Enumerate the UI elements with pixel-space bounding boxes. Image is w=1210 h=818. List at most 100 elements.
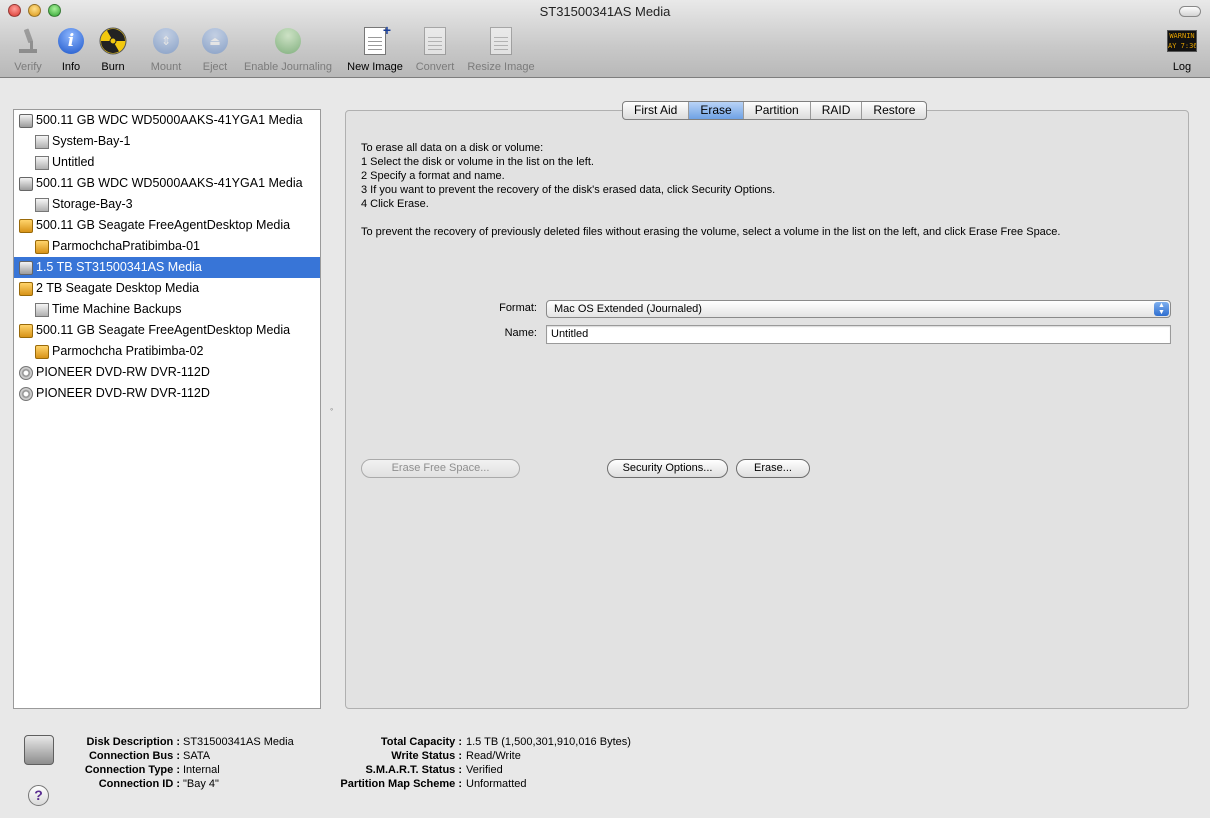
device-label: Untitled	[52, 155, 95, 169]
radiation-burn-icon	[96, 24, 130, 58]
connection-type-label: Connection Type :	[84, 764, 180, 776]
toolbar-toggle-button[interactable]	[1179, 6, 1201, 17]
instruction-line: 4 Click Erase.	[361, 198, 429, 210]
tab-erase[interactable]: Erase	[689, 102, 744, 119]
device-list-item[interactable]: PIONEER DVD-RW DVR-112D	[14, 362, 320, 383]
volume-icon	[35, 135, 49, 149]
device-label: PIONEER DVD-RW DVR-112D	[36, 386, 210, 400]
eject-button[interactable]: ⏏ Eject	[198, 24, 232, 76]
device-list-item[interactable]: Untitled	[14, 152, 320, 173]
erase-free-space-button[interactable]: Erase Free Space...	[361, 459, 520, 478]
erase-instructions: To erase all data on a disk or volume: 1…	[361, 141, 1060, 239]
info-label: Info	[61, 61, 81, 73]
partition-map-label: Partition Map Scheme :	[340, 778, 462, 790]
info-icon: i	[54, 24, 88, 58]
device-list-item[interactable]: 2 TB Seagate Desktop Media	[14, 278, 320, 299]
mount-button[interactable]: ⇕ Mount	[146, 24, 186, 76]
new-image-label: New Image	[347, 61, 403, 73]
free-space-note: To prevent the recovery of previously de…	[361, 226, 1061, 238]
tab-raid[interactable]: RAID	[811, 102, 863, 119]
device-label: Parmochcha Pratibimba-02	[52, 344, 204, 358]
device-list-item[interactable]: Time Machine Backups	[14, 299, 320, 320]
split-view-divider-handle[interactable]: ◦	[330, 404, 333, 414]
hard-disk-icon	[19, 114, 33, 128]
enable-journaling-button[interactable]: Enable Journaling	[240, 24, 336, 76]
external-disk-icon	[19, 219, 33, 233]
tab-restore[interactable]: Restore	[862, 102, 926, 119]
device-label: System-Bay-1	[52, 134, 131, 148]
external-volume-icon	[35, 240, 49, 254]
device-list-item[interactable]: 500.11 GB Seagate FreeAgentDesktop Media	[14, 320, 320, 341]
log-label: Log	[1172, 61, 1192, 73]
connection-id-label: Connection ID :	[98, 778, 180, 790]
popup-arrows-icon: ▲ ▼	[1154, 302, 1169, 316]
disk-description-value: ST31500341AS Media	[183, 736, 294, 748]
device-label: ParmochchaPratibimba-01	[52, 239, 200, 253]
device-label: 500.11 GB Seagate FreeAgentDesktop Media	[36, 218, 291, 232]
verify-label: Verify	[14, 61, 42, 73]
resize-image-label: Resize Image	[467, 61, 535, 73]
external-volume-icon	[35, 345, 49, 359]
device-label: 2 TB Seagate Desktop Media	[36, 281, 200, 295]
instruction-line: 1 Select the disk or volume in the list …	[361, 156, 594, 168]
device-list-item[interactable]: ParmochchaPratibimba-01	[14, 236, 320, 257]
format-popup[interactable]: Mac OS Extended (Journaled) ▲ ▼	[546, 300, 1171, 318]
hard-disk-icon	[19, 177, 33, 191]
journaling-icon	[271, 24, 305, 58]
device-list-item[interactable]: 500.11 GB Seagate FreeAgentDesktop Media	[14, 215, 320, 236]
dvd-drive-icon	[19, 387, 33, 401]
device-label: 500.11 GB Seagate FreeAgentDesktop Media	[36, 323, 291, 337]
device-list-item[interactable]: 500.11 GB WDC WD5000AAKS-41YGA1 Media	[14, 173, 320, 194]
dvd-drive-icon	[19, 366, 33, 380]
device-label: Time Machine Backups	[52, 302, 182, 316]
resize-image-icon	[484, 24, 518, 58]
info-button[interactable]: i Info	[54, 24, 88, 76]
new-image-button[interactable]: + New Image	[344, 22, 406, 76]
new-image-icon: +	[358, 22, 392, 58]
device-list[interactable]: 500.11 GB WDC WD5000AAKS-41YGA1 Media Sy…	[13, 109, 321, 709]
log-button[interactable]: WARNIN AY 7:36 Log	[1164, 24, 1200, 76]
write-status-value: Read/Write	[466, 750, 521, 762]
volume-icon	[35, 303, 49, 317]
log-icon-text: WARNIN AY 7:36	[1167, 30, 1197, 52]
external-disk-icon	[19, 324, 33, 338]
total-capacity-label: Total Capacity :	[380, 736, 462, 748]
microscope-icon	[11, 24, 45, 58]
mount-icon: ⇕	[149, 24, 183, 58]
verify-button[interactable]: Verify	[8, 24, 48, 76]
device-list-item[interactable]: System-Bay-1	[14, 131, 320, 152]
smart-status-label: S.M.A.R.T. Status :	[365, 764, 462, 776]
volume-icon	[35, 198, 49, 212]
tab-bar: First Aid Erase Partition RAID Restore	[622, 101, 928, 120]
smart-status-value: Verified	[466, 764, 503, 776]
tab-first-aid[interactable]: First Aid	[623, 102, 690, 119]
write-status-label: Write Status :	[391, 750, 462, 762]
tab-partition[interactable]: Partition	[744, 102, 811, 119]
connection-bus-label: Connection Bus :	[88, 750, 180, 762]
external-disk-icon	[19, 282, 33, 296]
eject-icon: ⏏	[198, 24, 232, 58]
resize-image-button[interactable]: Resize Image	[465, 24, 537, 76]
erase-button[interactable]: Erase...	[736, 459, 810, 478]
window-toolbar: ST31500341AS Media Verify i Info Burn ⇕ …	[0, 0, 1210, 78]
instruction-line: To erase all data on a disk or volume:	[361, 142, 544, 154]
connection-id-value: "Bay 4"	[183, 778, 219, 790]
help-button[interactable]: ?	[28, 785, 49, 806]
device-label: Storage-Bay-3	[52, 197, 133, 211]
instruction-line: 2 Specify a format and name.	[361, 170, 505, 182]
device-list-item[interactable]: PIONEER DVD-RW DVR-112D	[14, 383, 320, 404]
mount-label: Mount	[150, 61, 182, 73]
device-label: 500.11 GB WDC WD5000AAKS-41YGA1 Media	[36, 176, 303, 190]
window-title: ST31500341AS Media	[539, 4, 671, 19]
device-list-item[interactable]: 500.11 GB WDC WD5000AAKS-41YGA1 Media	[14, 110, 320, 131]
device-list-item-selected[interactable]: 1.5 TB ST31500341AS Media	[14, 257, 320, 278]
connection-type-value: Internal	[183, 764, 220, 776]
device-list-item[interactable]: Storage-Bay-3	[14, 194, 320, 215]
security-options-button[interactable]: Security Options...	[607, 459, 728, 478]
eject-label: Eject	[202, 61, 228, 73]
convert-button[interactable]: Convert	[412, 24, 458, 76]
burn-button[interactable]: Burn	[96, 24, 130, 76]
name-field[interactable]: Untitled	[546, 325, 1171, 344]
name-label: Name:	[504, 327, 537, 339]
device-list-item[interactable]: Parmochcha Pratibimba-02	[14, 341, 320, 362]
